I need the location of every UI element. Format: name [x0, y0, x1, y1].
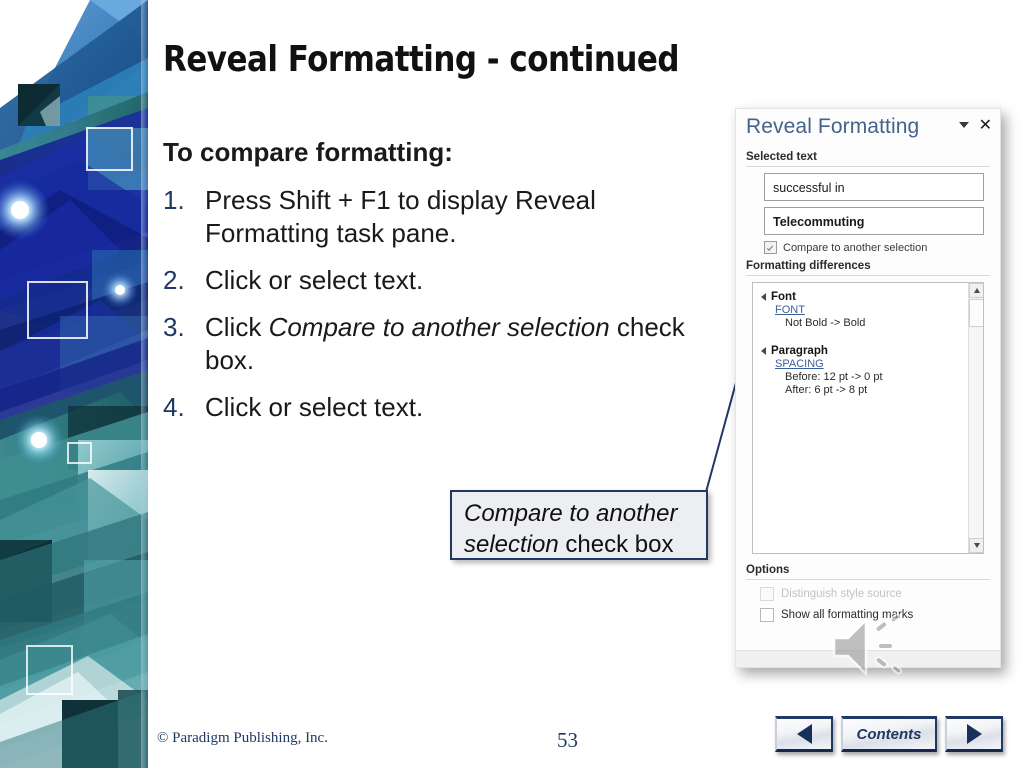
decor-edge-fade [141, 0, 148, 768]
formatting-differences-box[interactable]: Font FONT Not Bold -> Bold Paragraph SPA… [752, 282, 984, 554]
tree-group-label: Paragraph [771, 345, 828, 357]
formatting-differences-label: Formatting differences [746, 260, 871, 272]
scroll-up-arrow-icon[interactable] [969, 283, 983, 298]
callout-text: Compare to another selection check box [464, 500, 678, 558]
list-item: 3. Click Compare to another selection ch… [163, 311, 693, 377]
pane-title: Reveal Formatting [746, 115, 920, 138]
selected-text-box-2[interactable]: Telecommuting [764, 207, 984, 235]
list-text: Click or select text. [205, 392, 424, 422]
decor-svg [0, 0, 148, 768]
divider [746, 275, 990, 276]
list-number: 3. [163, 312, 185, 342]
steps-list: 1. Press Shift + F1 to display Reveal Fo… [163, 184, 693, 438]
pane-controls: ✕ [958, 117, 992, 133]
divider [746, 579, 990, 580]
options-label: Options [746, 564, 790, 576]
list-item: 2. Click or select text. [163, 264, 693, 297]
close-icon[interactable]: ✕ [979, 117, 992, 133]
previous-arrow-icon [796, 724, 812, 744]
tree-group-paragraph[interactable]: Paragraph [761, 345, 983, 357]
contents-label: Contents [856, 725, 922, 743]
tree-link-spacing[interactable]: SPACING [775, 358, 983, 370]
reveal-formatting-task-pane: Reveal Formatting ✕ Selected text succes… [735, 108, 1001, 668]
scrollbar[interactable] [968, 283, 983, 553]
previous-slide-button[interactable] [775, 716, 833, 752]
scroll-down-arrow-icon[interactable] [969, 538, 983, 553]
tree-value: Not Bold -> Bold [785, 317, 866, 329]
option-row-distinguish-style-source: Distinguish style source [760, 587, 1000, 601]
list-number: 1. [163, 185, 185, 215]
list-text: Click Compare to another selection check… [205, 312, 685, 375]
selected-text-box-1[interactable]: successful in [764, 173, 984, 201]
tree-value: Before: 12 pt -> 0 pt [785, 371, 883, 383]
chevron-down-icon[interactable] [958, 122, 969, 128]
contents-button[interactable]: Contents [841, 716, 937, 752]
differences-tree: Font FONT Not Bold -> Bold Paragraph SPA… [753, 283, 983, 396]
scrollbar-thumb[interactable] [969, 299, 983, 327]
list-item: 1. Press Shift + F1 to display Reveal Fo… [163, 184, 693, 250]
compare-selection-checkbox[interactable] [764, 241, 777, 254]
next-slide-button[interactable] [945, 716, 1003, 752]
speaker-audio-icon[interactable] [828, 612, 906, 682]
page-title: Reveal Formatting - continued [163, 39, 680, 80]
list-text: Press Shift + F1 to display Reveal Forma… [205, 185, 596, 248]
compare-selection-checkbox-row[interactable]: Compare to another selection [764, 241, 1000, 254]
divider [746, 166, 990, 167]
compare-selection-label: Compare to another selection [783, 241, 928, 254]
slide: Reveal Formatting - continued To compare… [0, 0, 1024, 768]
lead-text: To compare formatting: [163, 137, 453, 167]
callout-box: Compare to another selection check box [450, 490, 708, 560]
show-formatting-marks-checkbox[interactable] [760, 608, 774, 622]
page-number: 53 [557, 728, 578, 752]
list-number: 4. [163, 392, 185, 422]
list-text: Click or select text. [205, 265, 424, 295]
selected-text-label: Selected text [746, 151, 817, 163]
list-item: 4. Click or select text. [163, 391, 693, 424]
list-number: 2. [163, 265, 185, 295]
decorative-artwork [0, 0, 148, 768]
expand-triangle-icon[interactable] [761, 293, 766, 301]
list-text-emphasis: Compare to another selection [268, 312, 610, 342]
tree-link-font[interactable]: FONT [775, 304, 983, 316]
tree-group-font[interactable]: Font [761, 291, 983, 303]
pane-header: Reveal Formatting ✕ [736, 109, 1000, 149]
expand-triangle-icon[interactable] [761, 347, 766, 355]
tree-value: After: 6 pt -> 8 pt [785, 384, 868, 396]
distinguish-style-source-checkbox [760, 587, 774, 601]
tree-group-label: Font [771, 291, 796, 303]
next-arrow-icon [966, 724, 982, 744]
copyright-text: © Paradigm Publishing, Inc. [157, 730, 328, 746]
distinguish-style-source-label: Distinguish style source [781, 588, 902, 600]
